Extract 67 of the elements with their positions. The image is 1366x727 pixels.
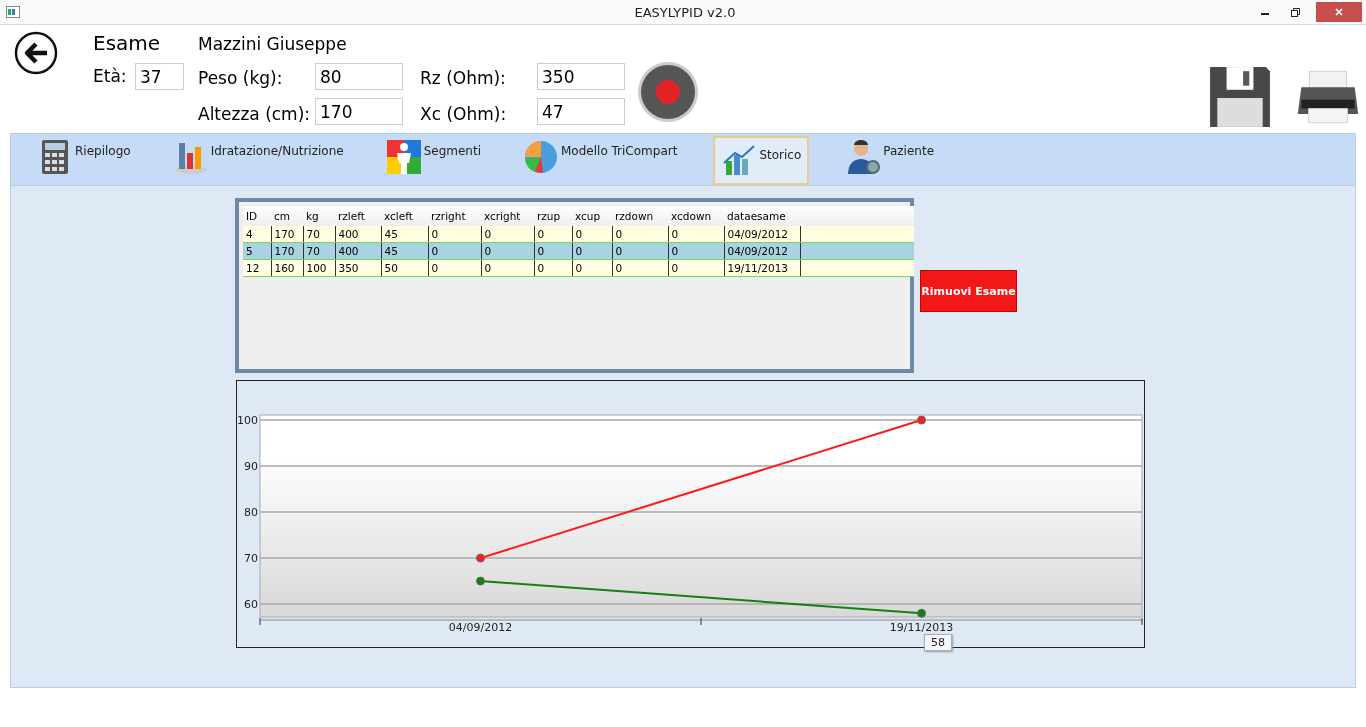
- close-icon[interactable]: [1334, 7, 1344, 17]
- tab[interactable]: Modello TriCompart: [517, 134, 684, 180]
- height-field[interactable]: 170: [315, 98, 403, 125]
- table-cell: 400: [335, 226, 381, 243]
- field-label: Rz (Ohm):: [420, 68, 506, 88]
- tab[interactable]: Paziente: [839, 134, 941, 180]
- column-header[interactable]: xcright: [481, 206, 534, 226]
- table-cell: 0: [668, 226, 724, 243]
- patient-name: Mazzini Giuseppe: [198, 34, 347, 54]
- column-header[interactable]: xcdown: [668, 206, 724, 226]
- restore-icon[interactable]: [1290, 7, 1300, 17]
- table-cell: 0: [534, 226, 572, 243]
- table-cell: 0: [428, 226, 481, 243]
- table-cell: 4: [243, 226, 271, 243]
- table-row[interactable]: 5 170 70 400 45 0 0 0 0 0 0 04/09/2012: [243, 242, 914, 260]
- column-header[interactable]: rzdown: [612, 206, 668, 226]
- tab[interactable]: Riepilogo: [31, 134, 137, 180]
- column-header[interactable]: kg: [303, 206, 335, 226]
- x-tick-label: 19/11/2013: [889, 621, 954, 634]
- table-cell: 0: [481, 226, 534, 243]
- data-point[interactable]: [917, 415, 926, 425]
- record-button-icon[interactable]: [637, 61, 699, 123]
- field-label: Età:: [93, 66, 127, 86]
- x-tick-label: 04/09/2012: [448, 621, 513, 634]
- pie-chart-icon: [523, 139, 559, 175]
- close-button[interactable]: [1316, 2, 1362, 22]
- value-tooltip: 58: [924, 634, 952, 651]
- table-cell: 70: [303, 226, 335, 243]
- y-tick-label: 70: [244, 552, 258, 566]
- weight-field[interactable]: 80: [315, 63, 403, 90]
- table-cell: 04/09/2012: [724, 226, 800, 243]
- app-icon: [6, 6, 20, 18]
- remove-exam-button[interactable]: Rimuovi Esame: [920, 270, 1017, 312]
- data-point[interactable]: [917, 608, 926, 618]
- table-cell: 170: [271, 226, 303, 243]
- tab[interactable]: Storico: [713, 136, 810, 185]
- rz-field[interactable]: 350: [537, 63, 625, 90]
- data-point[interactable]: [476, 576, 485, 586]
- column-header[interactable]: dataesame: [724, 206, 800, 226]
- column-header[interactable]: xcleft: [381, 206, 428, 226]
- column-header[interactable]: ID: [243, 206, 271, 226]
- column-header[interactable]: rzright: [428, 206, 481, 226]
- field-label: Altezza (cm):: [198, 104, 311, 124]
- y-tick-label: 100: [237, 414, 258, 428]
- age-field[interactable]: 37: [135, 63, 184, 90]
- table-cell: 0: [612, 226, 668, 243]
- exam-heading: Esame: [93, 31, 161, 55]
- window-title: EASYLYPID v2.0: [633, 4, 737, 20]
- table-row[interactable]: 4 170 70 400 45 0 0 0 0 0 0 04/09/2012: [243, 226, 914, 243]
- table-cell: 0: [572, 226, 612, 243]
- column-header[interactable]: rzleft: [335, 206, 381, 226]
- column-header[interactable]: cm: [271, 206, 303, 226]
- y-tick-label: 80: [244, 506, 258, 520]
- y-tick-label: 90: [244, 460, 258, 474]
- field-label: Xc (Ohm):: [420, 104, 507, 124]
- table-cell: 45: [381, 226, 428, 243]
- body-figure-icon: [385, 139, 422, 175]
- table-row[interactable]: 12 160 100 350 50 0 0 0 0 0 0 19/11/2013: [243, 259, 914, 277]
- field-label: Peso (kg):: [198, 68, 283, 88]
- xc-field[interactable]: 47: [537, 98, 625, 125]
- data-point[interactable]: [476, 553, 485, 563]
- column-header[interactable]: rzup: [534, 206, 572, 226]
- y-tick-label: 60: [244, 598, 258, 612]
- tab[interactable]: Segmenti: [379, 134, 487, 180]
- column-header[interactable]: xcup: [572, 206, 612, 226]
- person-gear-icon: [845, 139, 882, 175]
- tab[interactable]: Idratazione/Nutrizione: [166, 134, 350, 180]
